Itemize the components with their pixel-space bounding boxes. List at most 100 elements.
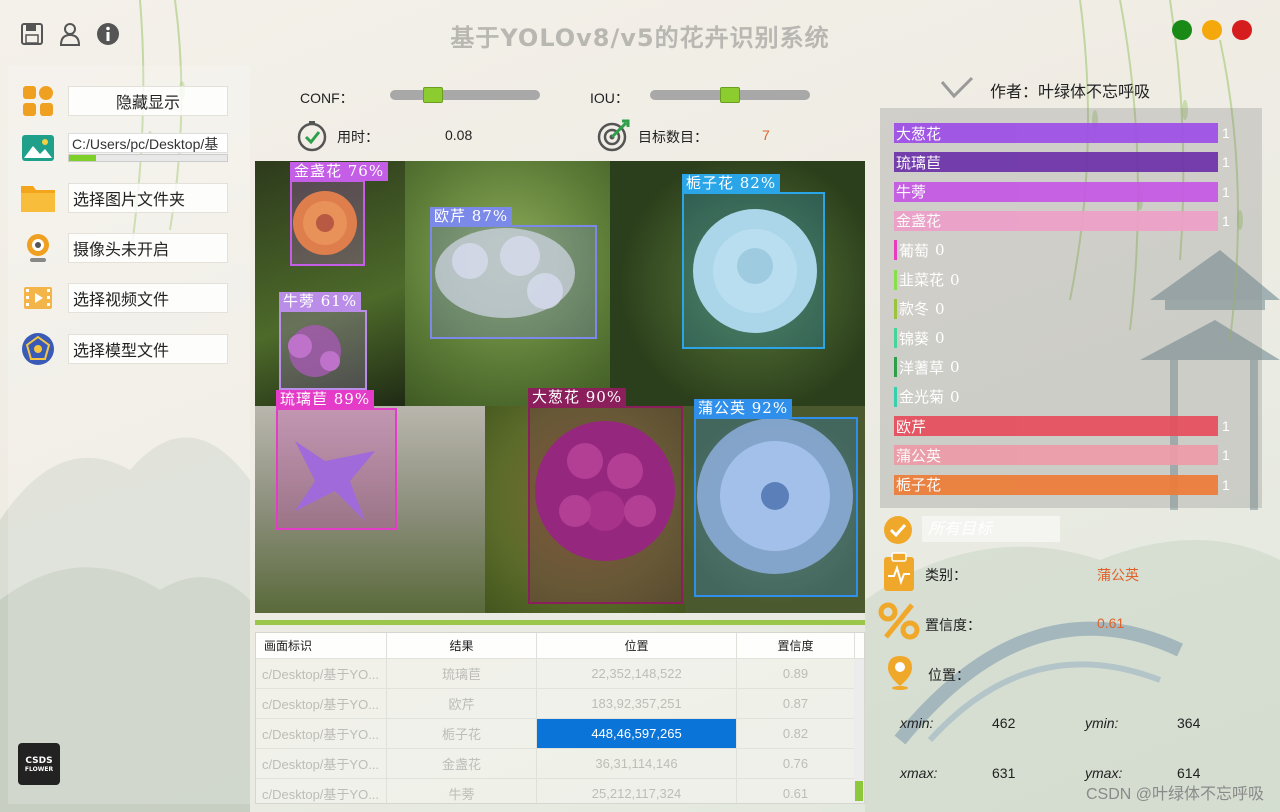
ymin-value: 364 xyxy=(1177,715,1201,731)
hide-display-button[interactable]: 隐藏显示 xyxy=(68,86,228,116)
class-row: 栀子花 1 xyxy=(894,474,1230,495)
detection-label: 牛蒡 61% xyxy=(279,292,362,311)
conf-label: CONF： xyxy=(300,90,354,106)
class-count: 0 xyxy=(935,329,945,348)
watermark: CSDN @叶绿体不忘呼吸 xyxy=(1085,786,1264,803)
camera-button[interactable]: 摄像头未开启 xyxy=(68,233,228,263)
class-bar xyxy=(894,328,897,349)
table-cell: c/Desktop/基于YO... xyxy=(256,689,387,718)
class-name: 葡萄 xyxy=(899,241,930,260)
class-count: 1 xyxy=(1222,183,1230,200)
class-count: 1 xyxy=(1222,447,1230,464)
maximize-button[interactable] xyxy=(1172,20,1192,40)
path-field[interactable]: C:/Users/pc/Desktop/基 xyxy=(68,133,228,153)
confidence-label: 置信度： xyxy=(925,617,981,633)
iou-slider[interactable] xyxy=(650,87,810,103)
time-value: 0.08 xyxy=(445,127,473,143)
table-cell: 欧芹 xyxy=(387,689,537,718)
class-bar xyxy=(894,298,897,319)
csdn-logo: CSDS FLOWER xyxy=(18,743,60,785)
selected-cell[interactable]: 448,46,597,265 xyxy=(537,719,737,748)
load-progress-fill xyxy=(69,155,96,161)
class-bar: 金盏花 xyxy=(894,210,1218,231)
table-scrollbar[interactable] xyxy=(854,659,864,803)
class-count: 1 xyxy=(1222,418,1230,434)
table-cell: c/Desktop/基于YO... xyxy=(256,719,387,748)
iou-slider-knob[interactable] xyxy=(720,87,740,103)
app-title: 基于YOLOv8/v5的花卉识别系统 xyxy=(450,24,830,52)
category-value: 蒲公英 xyxy=(1097,567,1139,583)
iou-label: IOU： xyxy=(590,90,629,106)
close-button[interactable] xyxy=(1232,20,1252,40)
target-icon xyxy=(596,119,630,157)
class-row: 韭菜花 0 xyxy=(894,269,960,290)
camera-row: 摄像头未开启 xyxy=(20,230,228,266)
class-bar: 琉璃苣 xyxy=(894,152,1218,173)
table-row[interactable]: c/Desktop/基于YO... 金盏花 36,31,114,146 0.76 xyxy=(256,749,864,779)
scrollbar-thumb[interactable] xyxy=(855,781,863,801)
table-row[interactable]: c/Desktop/基于YO... 琉璃苣 22,352,148,522 0.8… xyxy=(256,659,864,689)
clipboard-icon xyxy=(882,552,916,596)
class-count: 0 xyxy=(950,387,960,406)
class-count: 1 xyxy=(1222,476,1230,493)
table-cell: 栀子花 xyxy=(387,719,537,748)
class-count: 0 xyxy=(935,299,945,318)
detection-box: 金盏花 76% xyxy=(290,162,389,266)
class-name: 栀子花 xyxy=(896,476,942,495)
class-row: 锦葵 0 xyxy=(894,328,945,349)
detection-box: 牛蒡 61% xyxy=(279,292,367,390)
image-icon xyxy=(20,130,56,166)
class-row: 琉璃苣 1 xyxy=(894,152,1230,173)
class-name: 金盏花 xyxy=(896,212,942,231)
results-table[interactable]: 画面标识 结果 位置 置信度 c/Desktop/基于YO... 琉璃苣 22,… xyxy=(255,632,865,804)
header-cell[interactable]: 结果 xyxy=(387,633,537,658)
table-cell: 0.87 xyxy=(737,689,855,718)
class-name: 款冬 xyxy=(899,300,930,319)
conf-slider[interactable] xyxy=(390,87,540,103)
table-cell: c/Desktop/基于YO... xyxy=(256,779,387,803)
xmax-label: xmax: xyxy=(900,765,938,781)
select-video-button[interactable]: 选择视频文件 xyxy=(68,283,228,313)
ymin-label: ymin: xyxy=(1085,715,1119,731)
table-row[interactable]: c/Desktop/基于YO... 牛蒡 25,212,117,324 0.61 xyxy=(256,779,864,803)
select-model-row: 选择模型文件 xyxy=(20,331,228,367)
minimize-button[interactable] xyxy=(1202,20,1222,40)
left-panel xyxy=(8,66,250,804)
class-count: 1 xyxy=(1222,125,1230,141)
header-cell[interactable]: 位置 xyxy=(537,633,737,658)
count-label: 目标数目： xyxy=(638,129,708,145)
percent-icon xyxy=(878,602,920,644)
class-count: 1 xyxy=(1222,154,1230,171)
class-name: 锦葵 xyxy=(899,329,930,348)
target-select[interactable]: 所有目标 xyxy=(922,516,1060,542)
header-cell[interactable]: 画面标识 xyxy=(256,633,387,658)
ymax-label: ymax: xyxy=(1085,765,1123,781)
class-bar xyxy=(894,357,897,378)
time-label: 用时： xyxy=(337,129,379,145)
table-row[interactable]: c/Desktop/基于YO... 栀子花 448,46,597,265 0.8… xyxy=(256,719,864,749)
class-row: 洋蓍草 0 xyxy=(894,357,960,378)
conf-slider-knob[interactable] xyxy=(422,87,443,103)
table-cell: 金盏花 xyxy=(387,749,537,778)
header-cell[interactable]: 置信度 xyxy=(737,633,855,658)
class-count: 0 xyxy=(950,270,960,289)
position-label: 位置： xyxy=(928,667,970,683)
detection-label: 栀子花 82% xyxy=(682,174,781,193)
table-cell: 牛蒡 xyxy=(387,779,537,803)
class-row: 欧芹 1 xyxy=(894,416,1230,436)
detection-box: 大葱花 90% xyxy=(528,388,683,604)
class-bar: 蒲公英 xyxy=(894,445,1218,466)
select-folder-button[interactable]: 选择图片文件夹 xyxy=(68,183,228,213)
detection-box: 琉璃苣 89% xyxy=(276,390,397,530)
detection-box: 蒲公英 92% xyxy=(694,399,858,597)
detection-label: 金盏花 76% xyxy=(290,162,389,181)
location-pin-icon xyxy=(886,654,914,694)
table-cell: 22,352,148,522 xyxy=(537,659,737,688)
table-cell: c/Desktop/基于YO... xyxy=(256,749,387,778)
model-icon xyxy=(20,331,56,367)
table-row[interactable]: c/Desktop/基于YO... 欧芹 183,92,357,251 0.87 xyxy=(256,689,864,719)
select-model-button[interactable]: 选择模型文件 xyxy=(68,334,228,364)
table-cell: c/Desktop/基于YO... xyxy=(256,659,387,688)
count-value: 7 xyxy=(762,127,770,143)
path-row: C:/Users/pc/Desktop/基 xyxy=(20,130,228,166)
